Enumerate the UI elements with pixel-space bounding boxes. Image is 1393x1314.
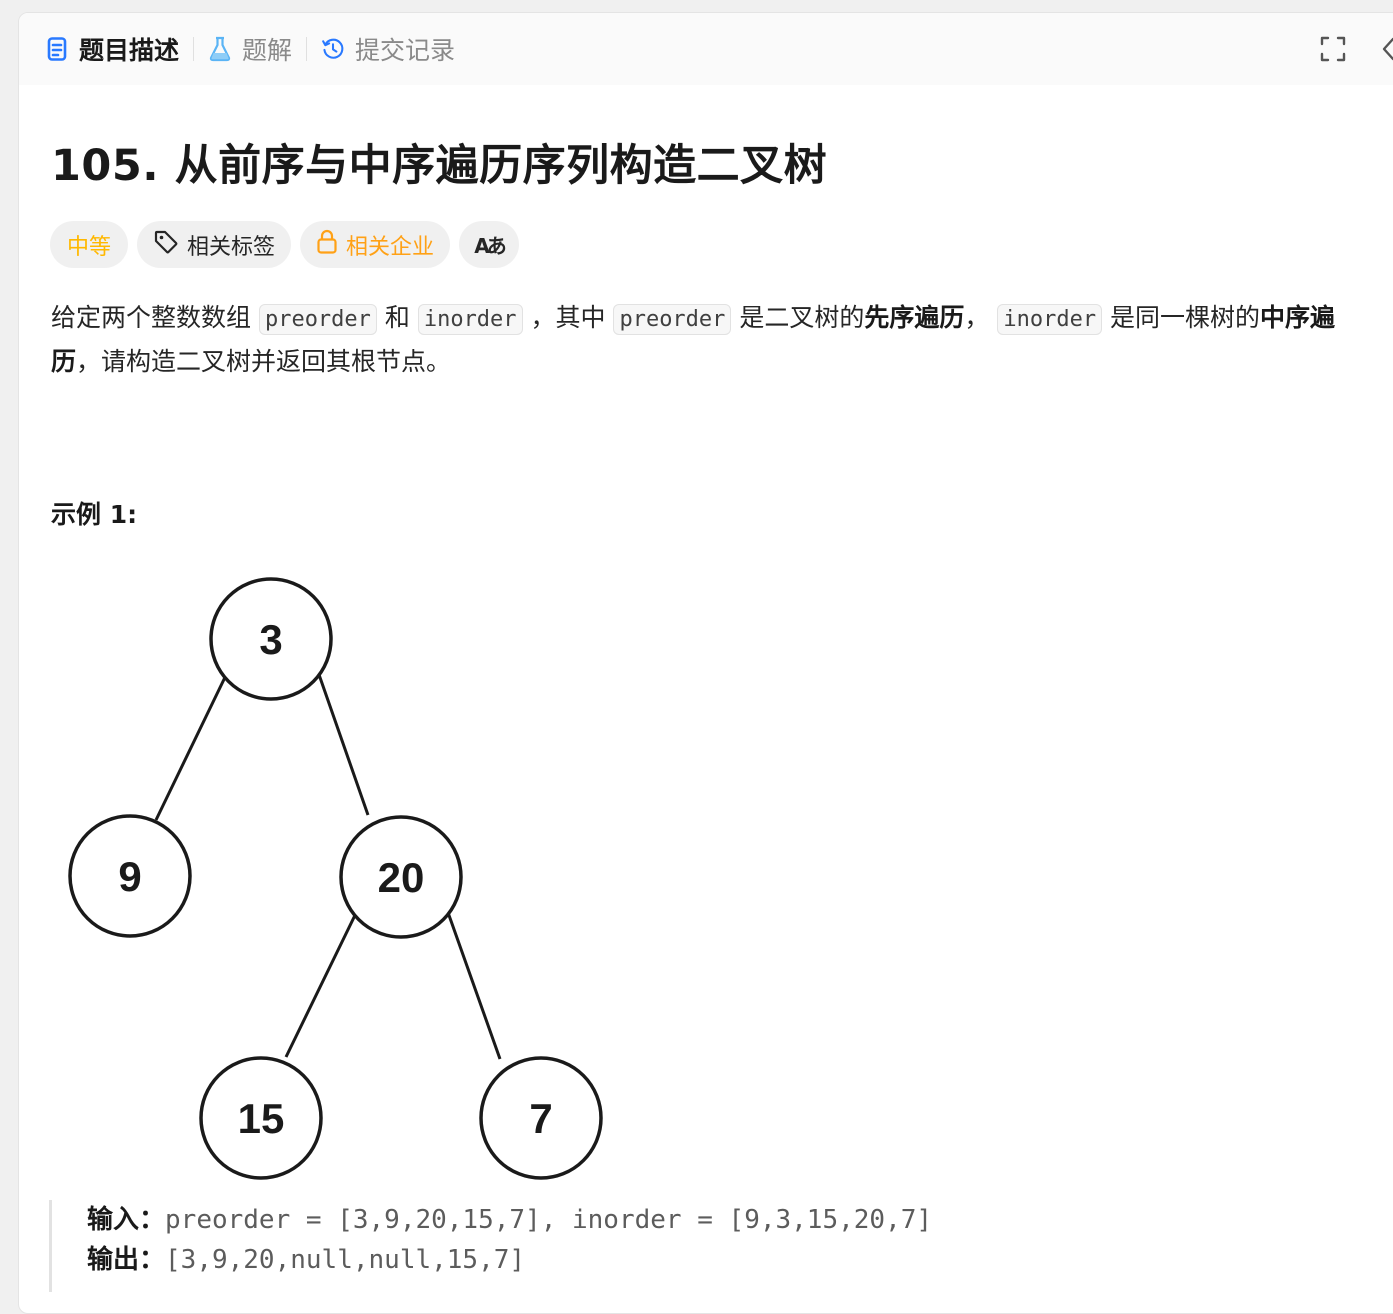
input-label: 输入：: [87, 1205, 166, 1235]
tree-edge: [284, 906, 361, 1058]
related-tags-label: 相关标签: [187, 234, 276, 260]
code-inorder: inorder: [997, 304, 1103, 335]
tree-edge: [154, 668, 231, 821]
tree-node-label: 3: [259, 616, 282, 663]
example-output: 输出：[3,9,20,null,null,15,7]: [87, 1240, 1087, 1280]
bold-preorder-traversal: 先序遍历: [864, 303, 965, 332]
lock-icon: [316, 229, 338, 261]
desc-text: ，请构造二叉树并返回其根节点。: [76, 347, 452, 376]
tab-description-label: 题目描述: [79, 36, 180, 65]
problem-description: 给定两个整数数组 preorder 和 inorder ，其中 preorder…: [51, 297, 1361, 383]
example-input: 输入：preorder = [3,9,20,15,7], inorder = […: [87, 1200, 1087, 1240]
flask-icon: [208, 36, 232, 62]
output-value: [3,9,20,null,null,15,7]: [165, 1245, 526, 1275]
tree-node-label: 20: [378, 854, 425, 901]
tree-node-label: 15: [238, 1095, 285, 1142]
problem-panel: 题目描述 题解 提交记录 105. 从前序与中序遍历序列构造二叉树 中等 相关标…: [18, 12, 1393, 1314]
input-value: preorder = [3,9,20,15,7], inorder = [9,3…: [165, 1205, 933, 1235]
desc-text: 是同一棵树的: [1102, 303, 1261, 332]
tab-submissions[interactable]: 提交记录: [307, 13, 469, 85]
tree-node-label: 9: [118, 853, 141, 900]
tag-icon: [153, 229, 179, 261]
tab-solutions-label: 题解: [242, 36, 293, 65]
desc-text: ，: [964, 303, 998, 332]
code-preorder: preorder: [258, 304, 377, 335]
desc-text: 给定两个整数数组: [51, 303, 259, 332]
tag-row: 中等 相关标签 相关企业 Aあ: [50, 221, 520, 268]
translate-button[interactable]: Aあ: [459, 221, 520, 268]
code-preorder: preorder: [613, 304, 732, 335]
tree-edge: [443, 903, 502, 1060]
code-inorder: inorder: [417, 304, 523, 335]
history-icon: [321, 36, 345, 62]
related-companies-label: 相关企业: [346, 234, 435, 260]
fullscreen-icon[interactable]: [1319, 35, 1347, 63]
tab-submissions-label: 提交记录: [355, 36, 456, 65]
example-title: 示例 1:: [51, 500, 138, 529]
example-tree-image: 3 9 20 15 7: [68, 577, 603, 1180]
description-icon: [45, 36, 69, 62]
tab-description[interactable]: 题目描述: [19, 13, 193, 85]
desc-text: 和: [376, 303, 418, 332]
example-io-block: 输入：preorder = [3,9,20,15,7], inorder = […: [49, 1200, 1087, 1292]
problem-title: 105. 从前序与中序遍历序列构造二叉树: [51, 141, 828, 191]
related-tags-button[interactable]: 相关标签: [137, 221, 292, 268]
difficulty-label: 中等: [67, 234, 112, 260]
difficulty-badge: 中等: [50, 221, 129, 268]
tab-bar: 题目描述 题解 提交记录: [19, 13, 1393, 85]
collapse-panel-icon[interactable]: [1379, 35, 1393, 63]
tree-edge: [314, 665, 370, 816]
desc-text: ，其中: [522, 303, 614, 332]
tree-node-label: 7: [529, 1095, 552, 1142]
desc-text: 是二叉树的: [731, 303, 865, 332]
output-label: 输出：: [87, 1245, 166, 1275]
related-companies-button[interactable]: 相关企业: [300, 221, 451, 268]
translate-icon: Aあ: [474, 234, 507, 258]
tab-solutions[interactable]: 题解: [194, 13, 306, 85]
